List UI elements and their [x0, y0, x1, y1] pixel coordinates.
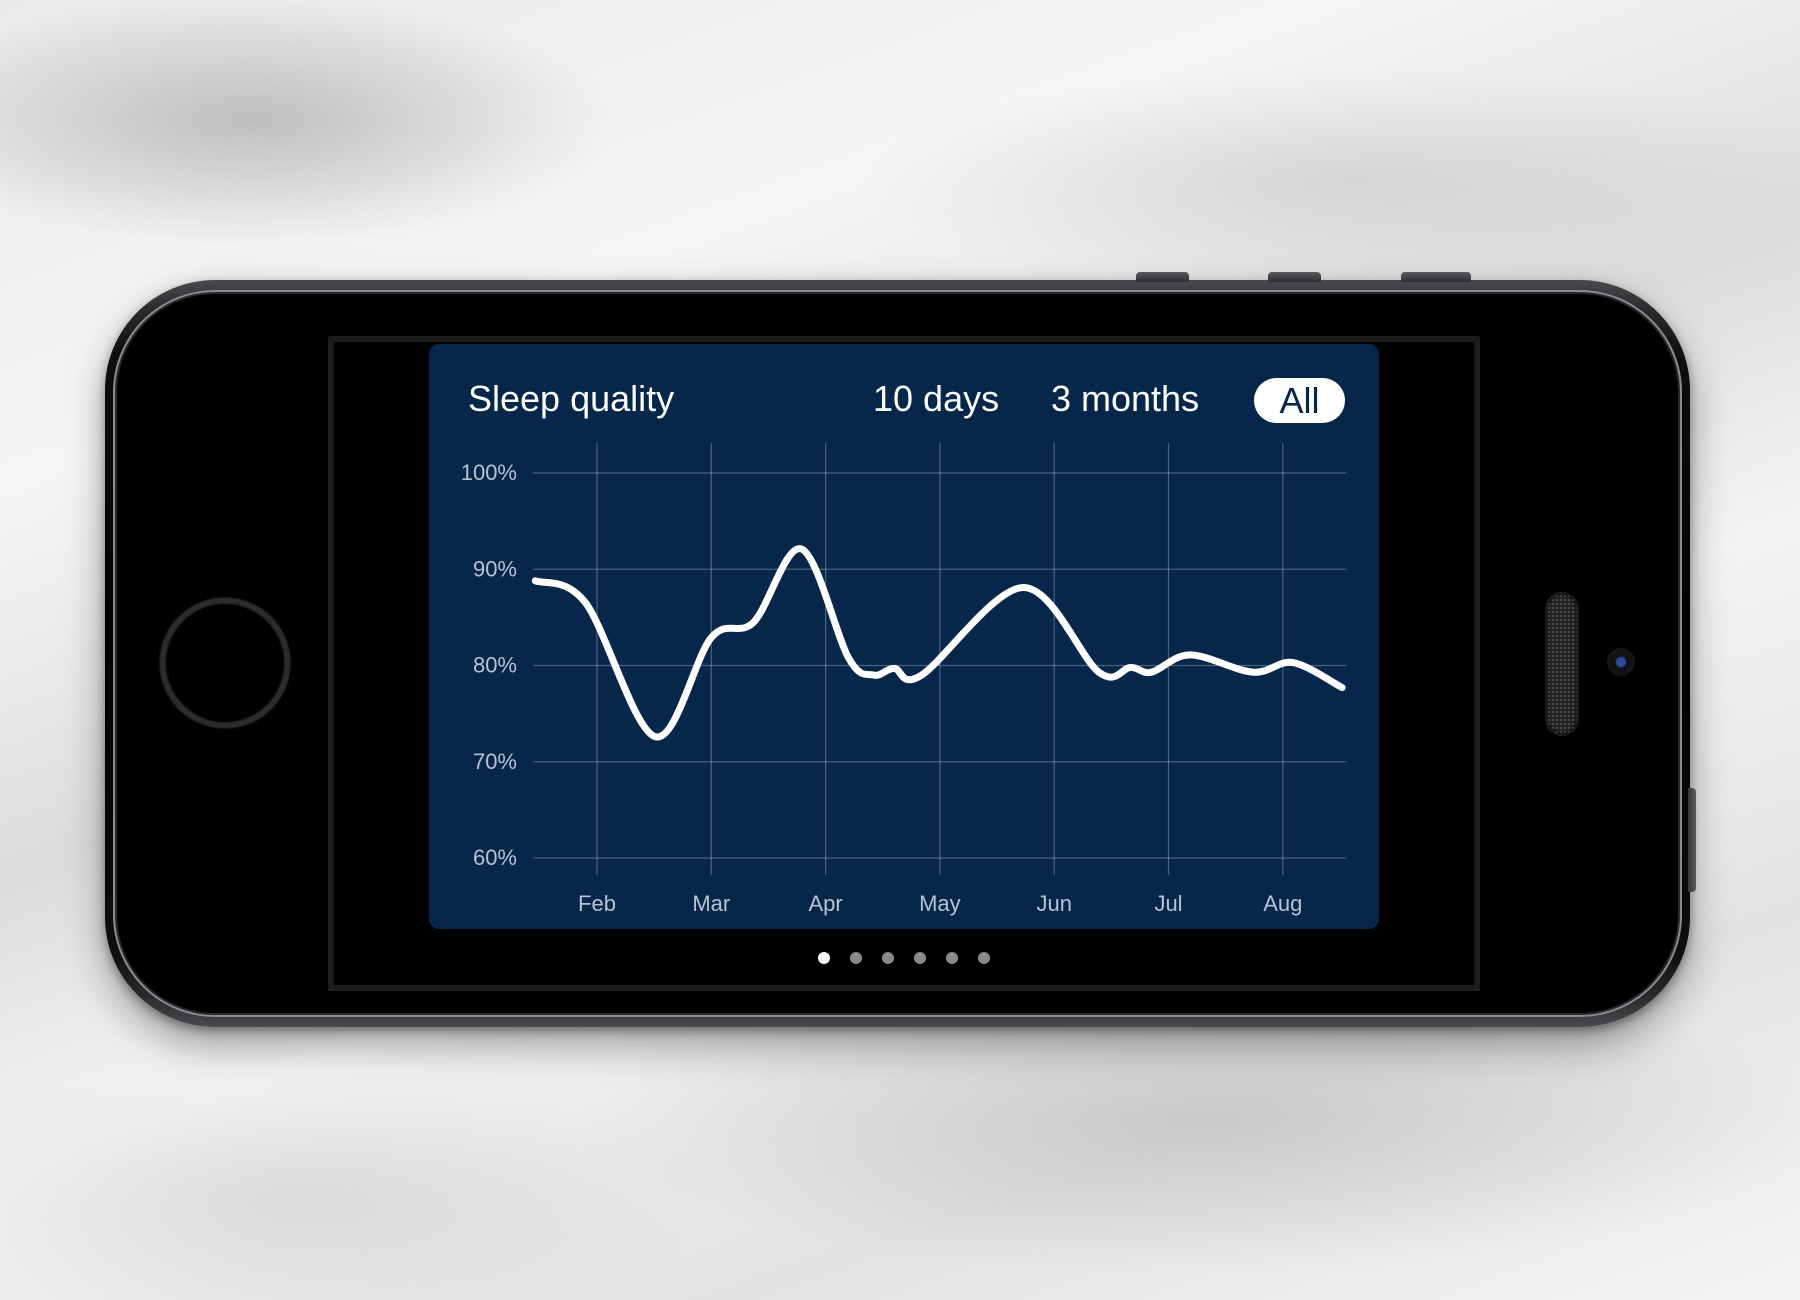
page-dot[interactable]: [850, 952, 862, 964]
x-tick-label: May: [919, 891, 961, 916]
x-tick-label: Jul: [1154, 891, 1182, 916]
y-tick-label: 90%: [473, 556, 517, 581]
page-dot[interactable]: [882, 952, 894, 964]
page-indicator: [334, 952, 1474, 964]
x-tick-label: Aug: [1263, 891, 1302, 916]
phone-front: Sleep quality 10 days 3 months All 100% 9…: [113, 290, 1682, 1017]
x-tick-label: Feb: [578, 891, 616, 916]
series-line-sleep-quality: [531, 545, 1346, 741]
page-dot[interactable]: [818, 952, 830, 964]
y-tick-label: 70%: [473, 749, 517, 774]
page-dot[interactable]: [914, 952, 926, 964]
y-tick-label: 80%: [473, 653, 517, 678]
page-dot[interactable]: [978, 952, 990, 964]
phone-body: Sleep quality 10 days 3 months All 100% 9…: [105, 272, 1696, 1027]
x-tick-label: Jun: [1036, 891, 1071, 916]
home-button[interactable]: [160, 598, 290, 728]
screen: Sleep quality 10 days 3 months All 100% 9…: [328, 336, 1480, 991]
volume-button: [1136, 272, 1189, 282]
x-tick-label: Mar: [692, 891, 730, 916]
ringer-switch: [1401, 272, 1471, 282]
sleep-quality-card: Sleep quality 10 days 3 months All 100% 9…: [429, 344, 1379, 929]
sleep-quality-chart: 100% 90% 80% 70% 60% Feb Mar Apr May Jun Jul Aug: [461, 443, 1346, 916]
x-tick-label: Apr: [808, 891, 842, 916]
volume-button: [1268, 272, 1321, 282]
page-dot[interactable]: [946, 952, 958, 964]
power-button: [1688, 788, 1696, 892]
front-camera-icon: [1607, 648, 1635, 676]
y-tick-label: 60%: [473, 845, 517, 870]
y-tick-label: 100%: [461, 460, 517, 485]
earpiece-speaker: [1547, 594, 1577, 734]
